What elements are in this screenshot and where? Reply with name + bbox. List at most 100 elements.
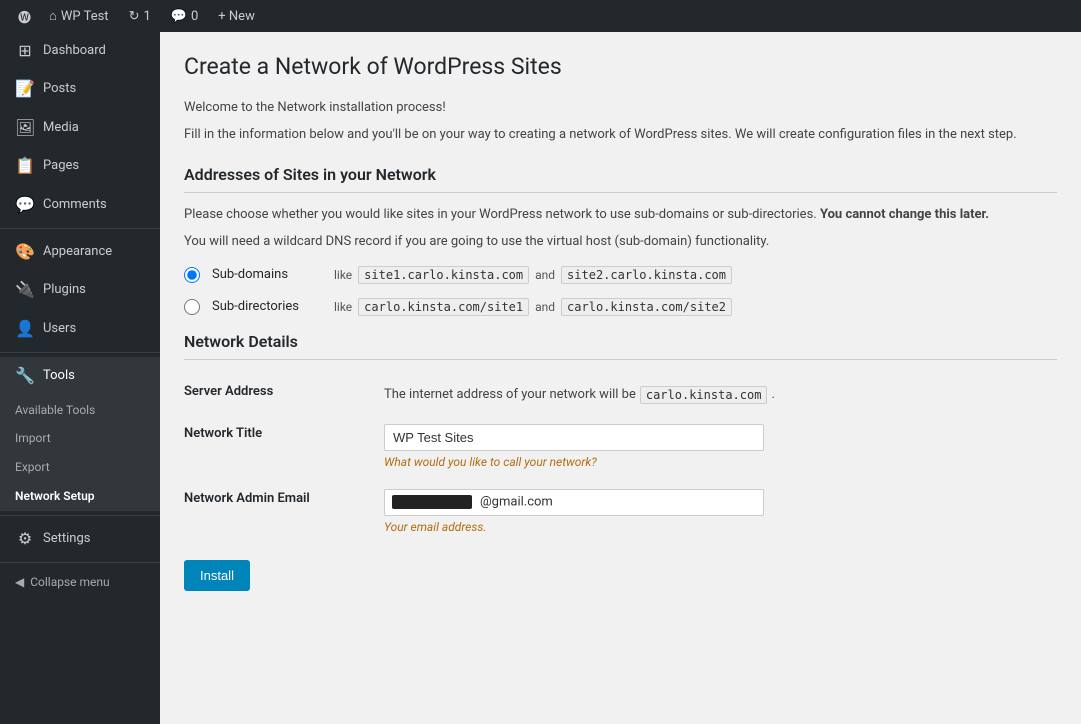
- plugins-icon: 🔌: [15, 279, 35, 301]
- sidebar-item-appearance[interactable]: 🎨 Appearance: [0, 233, 160, 271]
- sidebar-item-posts[interactable]: 📝 Posts: [0, 70, 160, 108]
- server-address-label: Server Address: [184, 372, 384, 414]
- subdirectories-radio[interactable]: [184, 299, 200, 315]
- adminbar-site-name: WP Test: [61, 9, 109, 24]
- sidebar-label-posts: Posts: [43, 80, 76, 98]
- sidebar-item-available-tools[interactable]: Available Tools: [0, 396, 160, 425]
- server-address-line: The internet address of your network wil…: [384, 382, 1057, 404]
- comments-menu-icon: 💬: [15, 194, 35, 216]
- main-content: Create a Network of WordPress Sites Welc…: [160, 32, 1081, 724]
- wp-logo-icon: 🅦: [18, 7, 31, 26]
- sidebar-label-appearance: Appearance: [43, 243, 112, 261]
- sidebar-item-users[interactable]: 👤 Users: [0, 310, 160, 348]
- sidebar-label-tools: Tools: [43, 367, 75, 385]
- subdomains-label[interactable]: Sub-domains: [212, 267, 322, 282]
- subdomains-row: Sub-domains like site1.carlo.kinsta.com …: [184, 266, 1057, 284]
- notice1: Please choose whether you would like sit…: [184, 205, 1057, 225]
- subdirectories-example1: carlo.kinsta.com/site1: [358, 298, 529, 316]
- import-label: Import: [15, 430, 51, 447]
- section2-title: Network Details: [184, 332, 1057, 360]
- network-email-row: Network Admin Email @gmail.com Your emai…: [184, 479, 1057, 544]
- server-address-prefix: The internet address of your network wil…: [384, 387, 636, 402]
- server-address-suffix: .: [771, 387, 774, 402]
- sidebar-item-pages[interactable]: 📋 Pages: [0, 147, 160, 185]
- sidebar-label-comments: Comments: [43, 196, 107, 214]
- network-email-hint: Your email address.: [384, 520, 1057, 534]
- subdomains-example-prefix: like: [334, 268, 352, 282]
- adminbar-new-label: + New: [218, 9, 255, 24]
- sidebar-label-users: Users: [43, 320, 76, 338]
- collapse-icon: ◀: [15, 575, 24, 589]
- sidebar-item-settings[interactable]: ⚙ Settings: [0, 520, 160, 558]
- subdirectories-and: and: [535, 300, 555, 314]
- sidebar-divider-3: [0, 515, 160, 516]
- wp-logo[interactable]: 🅦: [10, 0, 39, 32]
- email-at-gmail: @gmail.com: [480, 495, 553, 510]
- sidebar-item-comments[interactable]: 💬 Comments: [0, 186, 160, 224]
- export-label: Export: [15, 459, 50, 476]
- sidebar-label-plugins: Plugins: [43, 281, 86, 299]
- adminbar-updates-count: 1: [143, 9, 150, 24]
- subdomains-radio[interactable]: [184, 267, 200, 283]
- install-button[interactable]: Install: [184, 560, 250, 591]
- subdomains-example1: site1.carlo.kinsta.com: [358, 266, 529, 284]
- notice1-text: Please choose whether you would like sit…: [184, 207, 817, 222]
- available-tools-label: Available Tools: [15, 402, 95, 419]
- subdirectories-examples: like carlo.kinsta.com/site1 and carlo.ki…: [334, 298, 732, 316]
- settings-icon: ⚙: [15, 528, 35, 550]
- subdomains-examples: like site1.carlo.kinsta.com and site2.ca…: [334, 266, 732, 284]
- subdirectories-label[interactable]: Sub-directories: [212, 299, 322, 314]
- notice1-bold: You cannot change this later.: [820, 207, 989, 222]
- sidebar-divider-4: [0, 562, 160, 563]
- sidebar: ⊞ Dashboard 📝 Posts 🖼 Media 📋 Pages 💬 Co…: [0, 32, 160, 724]
- sidebar-item-tools[interactable]: 🔧 Tools: [0, 357, 160, 395]
- adminbar-updates[interactable]: ↻ 1: [119, 0, 161, 32]
- sidebar-divider-1: [0, 228, 160, 229]
- collapse-menu[interactable]: ◀ Collapse menu: [0, 567, 160, 597]
- sidebar-item-export[interactable]: Export: [0, 453, 160, 482]
- network-setup-label: Network Setup: [15, 488, 95, 505]
- media-icon: 🖼: [15, 117, 35, 139]
- subdirectories-example-prefix: like: [334, 300, 352, 314]
- collapse-label: Collapse menu: [30, 575, 109, 589]
- adminbar-new[interactable]: + New: [208, 0, 265, 32]
- tools-submenu: Available Tools Import Export Network Se…: [0, 396, 160, 511]
- sidebar-item-dashboard[interactable]: ⊞ Dashboard: [0, 32, 160, 70]
- sidebar-label-settings: Settings: [43, 530, 90, 548]
- adminbar-comments[interactable]: 💬 0: [161, 0, 209, 32]
- sidebar-label-pages: Pages: [43, 157, 79, 175]
- subdomains-and: and: [535, 268, 555, 282]
- posts-icon: 📝: [15, 78, 35, 100]
- appearance-icon: 🎨: [15, 241, 35, 263]
- comments-icon: 💬: [171, 9, 187, 24]
- sidebar-divider-2: [0, 352, 160, 353]
- server-address-value: carlo.kinsta.com: [640, 386, 768, 404]
- home-icon: ⌂: [49, 8, 57, 24]
- welcome-text: Welcome to the Network installation proc…: [184, 98, 1057, 118]
- description-text: Fill in the information below and you'll…: [184, 125, 1057, 145]
- server-address-row: Server Address The internet address of y…: [184, 372, 1057, 414]
- page-title: Create a Network of WordPress Sites: [184, 52, 1057, 82]
- adminbar-site[interactable]: ⌂ WP Test: [39, 0, 119, 32]
- subdirectories-row: Sub-directories like carlo.kinsta.com/si…: [184, 298, 1057, 316]
- tools-icon: 🔧: [15, 365, 35, 387]
- notice2: You will need a wildcard DNS record if y…: [184, 232, 1057, 252]
- email-redacted-prefix: [392, 495, 472, 509]
- network-email-label: Network Admin Email: [184, 479, 384, 544]
- network-title-label: Network Title: [184, 414, 384, 479]
- sidebar-label-media: Media: [43, 119, 79, 137]
- sidebar-item-plugins[interactable]: 🔌 Plugins: [0, 271, 160, 309]
- sidebar-label-dashboard: Dashboard: [43, 42, 106, 60]
- updates-icon: ↻: [129, 9, 140, 24]
- dashboard-icon: ⊞: [15, 40, 35, 62]
- subdomains-example2: site2.carlo.kinsta.com: [561, 266, 732, 284]
- sidebar-item-network-setup[interactable]: Network Setup: [0, 482, 160, 511]
- network-title-input[interactable]: [384, 424, 764, 451]
- section1-title: Addresses of Sites in your Network: [184, 165, 1057, 193]
- form-table: Server Address The internet address of y…: [184, 372, 1057, 544]
- sidebar-item-import[interactable]: Import: [0, 424, 160, 453]
- sidebar-item-media[interactable]: 🖼 Media: [0, 109, 160, 147]
- pages-icon: 📋: [15, 155, 35, 177]
- network-title-hint: What would you like to call your network…: [384, 455, 1057, 469]
- users-icon: 👤: [15, 318, 35, 340]
